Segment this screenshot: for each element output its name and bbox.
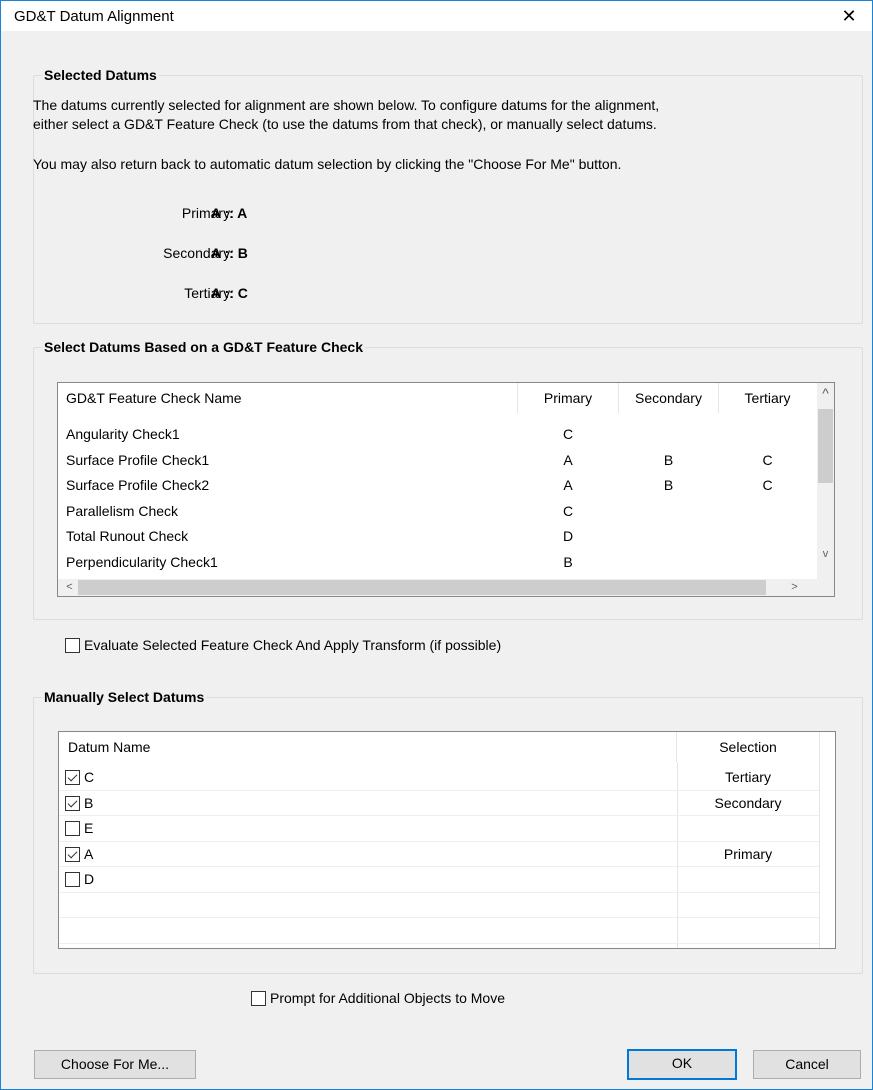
feature-check-row-primary: C bbox=[562, 426, 574, 442]
table-row[interactable]: Angularity Check1 C bbox=[58, 422, 816, 446]
table-row[interactable]: Surface Profile Check2 A B C bbox=[58, 473, 816, 497]
datum-selection: Primary bbox=[723, 845, 773, 862]
feature-check-row-tertiary: C bbox=[762, 451, 773, 468]
selected-datums-desc-1: The datums currently selected for alignm… bbox=[33, 97, 660, 113]
feature-check-row-secondary bbox=[619, 550, 718, 574]
manual-datums-legend: Manually Select Datums bbox=[44, 689, 205, 705]
table-row[interactable]: C Tertiary bbox=[59, 765, 819, 789]
scroll-corner bbox=[817, 579, 834, 596]
datum-name: C bbox=[84, 769, 95, 785]
scroll-left-icon[interactable]: < bbox=[61, 579, 78, 596]
feature-check-row-primary: B bbox=[563, 553, 573, 570]
secondary-value: A :: B bbox=[211, 245, 248, 261]
table-row[interactable]: D bbox=[59, 867, 819, 891]
selected-datums-legend: Selected Datums bbox=[44, 67, 157, 83]
table-row[interactable]: Perpendicularity Check1 B bbox=[58, 550, 816, 574]
feature-check-row-name: Surface Profile Check2 bbox=[66, 477, 210, 493]
evaluate-checkbox[interactable] bbox=[65, 638, 80, 653]
feature-check-row-secondary bbox=[619, 524, 718, 548]
datum-checkbox[interactable] bbox=[65, 846, 80, 862]
dialog-title: GD&T Datum Alignment bbox=[14, 8, 174, 25]
datum-name: E bbox=[84, 820, 94, 836]
cancel-button[interactable]: Cancel bbox=[753, 1050, 861, 1079]
datum-checkbox[interactable] bbox=[65, 795, 80, 811]
col-header-datum-name[interactable]: Datum Name bbox=[59, 732, 677, 762]
feature-check-hscrollbar[interactable]: < > bbox=[58, 579, 817, 596]
datum-selection: Secondary bbox=[714, 794, 782, 811]
close-icon[interactable]: ✕ bbox=[826, 1, 872, 31]
feature-check-row-primary: A bbox=[563, 477, 573, 493]
table-row[interactable]: Total Runout Check D bbox=[58, 524, 816, 548]
feature-check-row-name: Parallelism Check bbox=[66, 502, 179, 519]
datum-name: B bbox=[84, 794, 94, 811]
feature-check-row-tertiary bbox=[719, 422, 816, 446]
feature-check-list[interactable]: GD&T Feature Check Name Primary Secondar… bbox=[57, 382, 835, 597]
datum-selection bbox=[677, 867, 819, 891]
selected-datums-desc-2: either select a GD&T Feature Check (to u… bbox=[33, 116, 657, 132]
feature-check-row-primary: C bbox=[562, 502, 574, 519]
col-header-tertiary[interactable]: Tertiary bbox=[719, 383, 816, 413]
ok-button[interactable]: OK bbox=[627, 1049, 737, 1080]
datum-checkbox[interactable] bbox=[65, 872, 80, 887]
feature-check-row-tertiary: C bbox=[762, 477, 773, 493]
feature-check-row-name: Total Runout Check bbox=[66, 528, 189, 544]
feature-check-row-secondary: B bbox=[663, 477, 674, 493]
table-row[interactable]: Surface Profile Check1 A B C bbox=[58, 448, 816, 472]
row-gridline bbox=[59, 942, 819, 944]
table-row[interactable]: Parallelism Check C bbox=[58, 499, 816, 523]
col-header-check-name[interactable]: GD&T Feature Check Name bbox=[58, 383, 518, 413]
feature-check-row-primary: D bbox=[562, 528, 574, 544]
evaluate-checkbox-label[interactable]: Evaluate Selected Feature Check And Appl… bbox=[84, 637, 501, 653]
scroll-down-icon[interactable]: v bbox=[817, 546, 834, 563]
feature-check-row-tertiary bbox=[719, 550, 816, 574]
selected-datums-desc-3: You may also return back to automatic da… bbox=[33, 156, 622, 172]
feature-check-vscroll-thumb[interactable] bbox=[818, 409, 833, 483]
datum-selection: Tertiary bbox=[725, 769, 771, 785]
datum-checkbox[interactable] bbox=[65, 770, 80, 785]
feature-check-row-name: Perpendicularity Check1 bbox=[66, 553, 218, 570]
feature-check-row-secondary bbox=[619, 422, 718, 446]
col-header-secondary[interactable]: Secondary bbox=[619, 383, 719, 413]
datum-checkbox[interactable] bbox=[65, 821, 80, 836]
scroll-right-icon[interactable]: > bbox=[786, 579, 803, 596]
feature-check-hscroll-thumb[interactable] bbox=[78, 580, 766, 595]
feature-check-row-secondary bbox=[619, 499, 718, 523]
col-header-selection[interactable]: Selection bbox=[677, 732, 820, 762]
datum-selection bbox=[677, 816, 819, 840]
feature-check-legend: Select Datums Based on a GD&T Feature Ch… bbox=[44, 339, 363, 355]
manual-datum-list[interactable]: Datum Name Selection C Tertiary B Secondary… bbox=[58, 731, 836, 949]
feature-check-row-tertiary bbox=[719, 524, 816, 548]
feature-check-vscrollbar[interactable]: ^ v bbox=[817, 383, 834, 579]
feature-check-row-name: Angularity Check1 bbox=[66, 426, 180, 442]
manual-column-divider-right bbox=[819, 732, 820, 948]
table-row[interactable]: A Primary bbox=[59, 842, 819, 866]
feature-check-row-name: Surface Profile Check1 bbox=[66, 451, 210, 468]
dialog-window: GD&T Datum Alignment ✕ Selected Datums T… bbox=[0, 0, 873, 1090]
prompt-checkbox[interactable] bbox=[251, 991, 266, 1006]
datum-name: A bbox=[84, 845, 94, 862]
scroll-up-icon[interactable]: ^ bbox=[817, 385, 834, 402]
row-gridline bbox=[59, 917, 819, 918]
title-bar: GD&T Datum Alignment ✕ bbox=[1, 1, 872, 31]
row-gridline bbox=[59, 891, 819, 893]
primary-value: A :: A bbox=[211, 205, 248, 221]
prompt-checkbox-label[interactable]: Prompt for Additional Objects to Move bbox=[270, 990, 505, 1006]
feature-check-row-secondary: B bbox=[663, 451, 674, 468]
feature-check-row-primary: A bbox=[563, 451, 573, 468]
table-row[interactable]: B Secondary bbox=[59, 791, 819, 815]
choose-for-me-button[interactable]: Choose For Me... bbox=[34, 1050, 196, 1079]
tertiary-value: A :: C bbox=[211, 285, 248, 301]
datum-name: D bbox=[84, 871, 95, 887]
feature-check-row-tertiary bbox=[719, 499, 816, 523]
table-row[interactable]: E bbox=[59, 816, 819, 840]
col-header-primary[interactable]: Primary bbox=[518, 383, 619, 413]
